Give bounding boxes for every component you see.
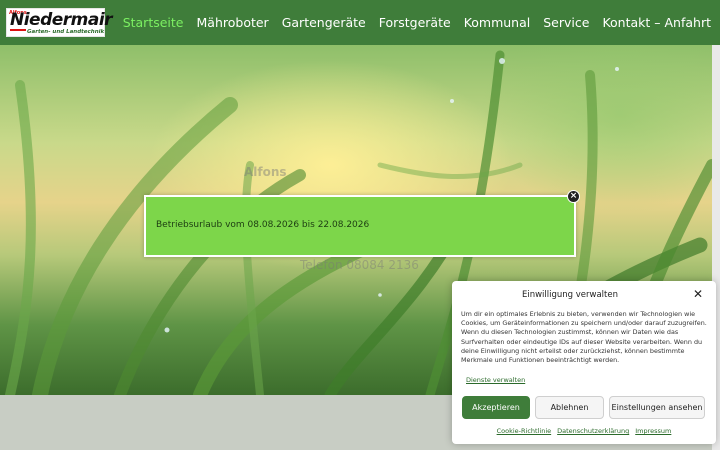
imprint-link[interactable]: Impressum xyxy=(635,427,671,435)
consent-close-icon[interactable]: ✕ xyxy=(693,288,703,300)
cookie-policy-link[interactable]: Cookie-Richtlinie xyxy=(497,427,552,435)
consent-body-text: Um dir ein optimales Erlebnis zu bieten,… xyxy=(461,310,707,365)
consent-footer-links: Cookie-Richtlinie Datenschutzerklärung I… xyxy=(452,427,716,435)
hero-faint-name: Alfons xyxy=(244,165,287,179)
manage-services-link[interactable]: Dienste verwalten xyxy=(466,376,525,384)
logo-accent-bar xyxy=(10,29,26,31)
nav-item-kontakt-anfahrt[interactable]: Kontakt – Anfahrt xyxy=(602,15,711,30)
nav-item-gartengeraete[interactable]: Gartengeräte xyxy=(282,15,366,30)
cookie-consent-dialog: Einwilligung verwalten ✕ Um dir ein opti… xyxy=(452,281,716,444)
vacation-notice-popup: Betriebsurlaub vom 08.08.2026 bis 22.08.… xyxy=(144,195,576,257)
nav-item-maehroboter[interactable]: Mähroboter xyxy=(197,15,269,30)
privacy-policy-link[interactable]: Datenschutzerklärung xyxy=(557,427,629,435)
logo-tagline: Garten- und Landtechnik xyxy=(27,29,105,35)
hero-faint-phone: Telefon 08084 2136 xyxy=(300,258,419,272)
logo-brand: Niedermair xyxy=(10,10,113,30)
nav-item-kommunal[interactable]: Kommunal xyxy=(464,15,531,30)
accept-button[interactable]: Akzeptieren xyxy=(462,396,530,419)
consent-title: Einwilligung verwalten xyxy=(521,290,618,300)
view-settings-button[interactable]: Einstellungen ansehen xyxy=(609,396,705,419)
site-header: Alfons Niedermair Garten- und Landtechni… xyxy=(0,0,720,45)
site-logo[interactable]: Alfons Niedermair Garten- und Landtechni… xyxy=(6,8,113,37)
deny-button[interactable]: Ablehnen xyxy=(535,396,604,419)
main-nav: Startseite Mähroboter Gartengeräte Forst… xyxy=(123,0,711,45)
vacation-notice-text: Betriebsurlaub vom 08.08.2026 bis 22.08.… xyxy=(156,220,370,230)
nav-item-forstgeraete[interactable]: Forstgeräte xyxy=(379,15,451,30)
nav-item-service[interactable]: Service xyxy=(543,15,589,30)
notice-close-icon[interactable]: × xyxy=(567,190,580,203)
nav-item-startseite[interactable]: Startseite xyxy=(123,15,184,30)
